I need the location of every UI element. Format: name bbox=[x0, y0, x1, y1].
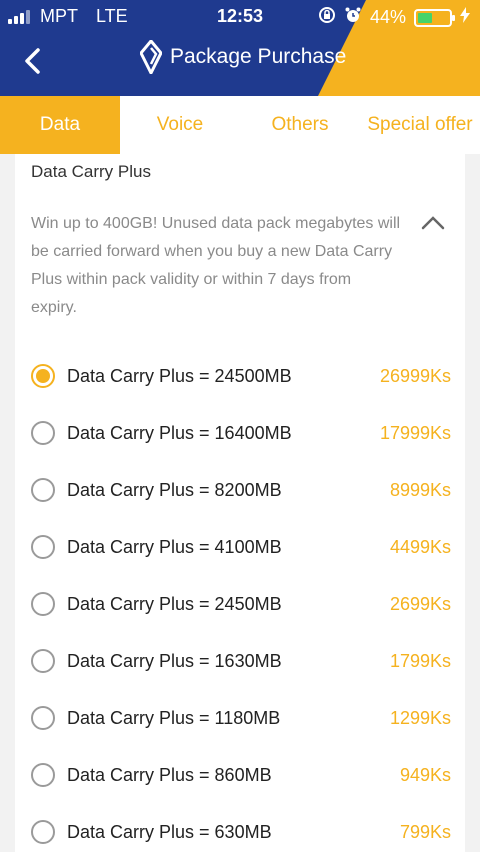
package-card: Data Carry Plus Win up to 400GB! Unused … bbox=[15, 154, 465, 852]
rotation-lock-icon bbox=[318, 6, 336, 29]
tab-voice[interactable]: Voice bbox=[120, 96, 240, 154]
tab-data[interactable]: Data bbox=[0, 96, 120, 154]
status-right: 44% bbox=[318, 6, 470, 29]
app-header: MPT LTE 12:53 44% Package Purchase bbox=[0, 0, 480, 96]
radio-button[interactable] bbox=[31, 421, 55, 445]
package-option[interactable]: Data Carry Plus = 1630MB 1799Ks bbox=[31, 641, 451, 681]
package-option[interactable]: Data Carry Plus = 24500MB 26999Ks bbox=[31, 356, 451, 396]
radio-button[interactable] bbox=[31, 763, 55, 787]
package-label: Data Carry Plus = 1180MB bbox=[67, 707, 281, 728]
package-label: Data Carry Plus = 24500MB bbox=[67, 365, 292, 386]
package-price: 1299Ks bbox=[389, 707, 451, 728]
page-title: Package Purchase bbox=[170, 45, 347, 68]
section-description: Win up to 400GB! Unused data pack megaby… bbox=[31, 215, 401, 316]
tab-others[interactable]: Others bbox=[240, 96, 360, 154]
package-label: Data Carry Plus = 8200MB bbox=[67, 479, 282, 500]
package-option[interactable]: Data Carry Plus = 860MB 949Ks bbox=[31, 755, 451, 795]
radio-button[interactable] bbox=[31, 535, 55, 559]
chevron-left-icon bbox=[25, 48, 40, 74]
package-label: Data Carry Plus = 4100MB bbox=[67, 536, 282, 557]
collapse-button[interactable] bbox=[419, 210, 447, 238]
package-option[interactable]: Data Carry Plus = 4100MB 4499Ks bbox=[31, 527, 451, 567]
package-label: Data Carry Plus = 630MB bbox=[67, 821, 272, 842]
package-label: Data Carry Plus = 2450MB bbox=[67, 593, 282, 614]
tab-special-offer[interactable]: Special offer bbox=[360, 96, 480, 154]
radio-button[interactable] bbox=[31, 706, 55, 730]
alarm-icon bbox=[344, 6, 362, 29]
package-option[interactable]: Data Carry Plus = 16400MB 17999Ks bbox=[31, 413, 451, 453]
battery-icon bbox=[414, 8, 455, 27]
radio-button[interactable] bbox=[31, 478, 55, 502]
package-option[interactable]: Data Carry Plus = 2450MB 2699Ks bbox=[31, 584, 451, 624]
package-price: 17999Ks bbox=[379, 422, 451, 443]
package-option[interactable]: Data Carry Plus = 1180MB 1299Ks bbox=[31, 698, 451, 738]
charging-icon bbox=[460, 7, 470, 28]
package-label: Data Carry Plus = 1630MB bbox=[67, 650, 282, 671]
package-price: 2699Ks bbox=[389, 593, 451, 614]
package-price: 799Ks bbox=[399, 821, 451, 842]
package-price: 26999Ks bbox=[379, 365, 451, 386]
status-bar: MPT LTE 12:53 44% bbox=[0, 4, 480, 28]
package-label: Data Carry Plus = 16400MB bbox=[67, 422, 292, 443]
radio-button[interactable] bbox=[31, 592, 55, 616]
chevron-up-icon bbox=[421, 216, 445, 230]
radio-selected[interactable] bbox=[31, 364, 55, 388]
radio-button[interactable] bbox=[31, 820, 55, 844]
package-price: 949Ks bbox=[399, 764, 451, 785]
package-option[interactable]: Data Carry Plus = 8200MB 8999Ks bbox=[31, 470, 451, 510]
package-price: 4499Ks bbox=[389, 536, 451, 557]
radio-button[interactable] bbox=[31, 649, 55, 673]
package-label: Data Carry Plus = 860MB bbox=[67, 764, 272, 785]
battery-percent: 44% bbox=[369, 7, 406, 27]
package-price: 8999Ks bbox=[389, 479, 451, 500]
section-title: Data Carry Plus bbox=[31, 162, 151, 181]
back-button[interactable] bbox=[18, 46, 48, 76]
brand-logo-icon bbox=[140, 40, 162, 74]
package-option[interactable]: Data Carry Plus = 630MB 799Ks bbox=[31, 812, 451, 852]
package-price: 1799Ks bbox=[389, 650, 451, 671]
header-title-group: Package Purchase bbox=[140, 40, 346, 74]
category-tabs: Data Voice Others Special offer bbox=[0, 96, 480, 154]
